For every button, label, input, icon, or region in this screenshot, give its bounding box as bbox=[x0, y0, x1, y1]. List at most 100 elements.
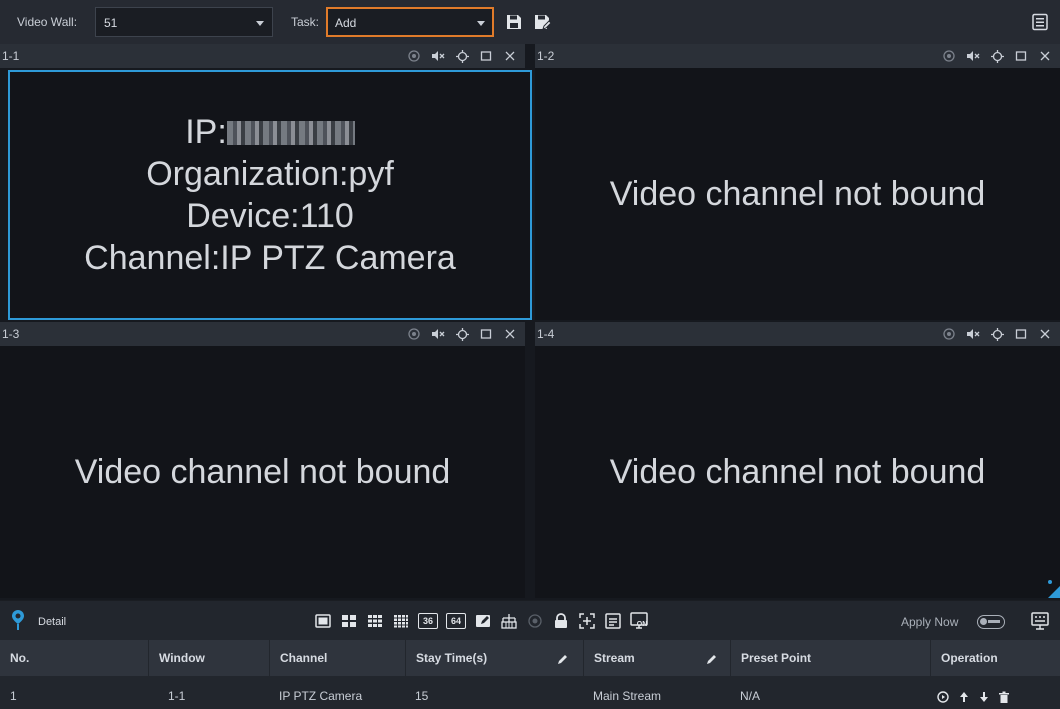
organization-text: Organization:pyf bbox=[146, 155, 394, 193]
pane-header: 1-2 bbox=[535, 44, 1060, 68]
keyboard-icon[interactable] bbox=[1031, 612, 1049, 635]
detail-toolbar: Detail 36 64 ON Apply Now bbox=[0, 600, 1060, 640]
column-channel: Channel bbox=[269, 640, 405, 676]
layout-16-icon[interactable] bbox=[392, 612, 410, 630]
move-up-icon[interactable] bbox=[959, 690, 969, 708]
pane-header: 1-4 bbox=[535, 322, 1060, 346]
video-pane-1-1[interactable]: 1-1 IP: Organization:pyf Device:110 Chan… bbox=[0, 44, 532, 320]
apply-now-label: Apply Now bbox=[901, 615, 959, 629]
pane-id: 1-4 bbox=[537, 327, 555, 341]
row-operations bbox=[937, 690, 1009, 708]
on-badge: ON bbox=[636, 620, 648, 628]
pane-id: 1-1 bbox=[2, 49, 20, 63]
ptz-icon[interactable] bbox=[455, 327, 469, 341]
dot-indicator bbox=[1048, 580, 1052, 584]
maximize-icon[interactable] bbox=[479, 49, 493, 63]
video-pane-1-2[interactable]: 1-2 Video channel not bound bbox=[535, 44, 1060, 320]
column-operation: Operation bbox=[930, 640, 1060, 676]
task-select[interactable]: Add bbox=[326, 7, 494, 37]
fullscreen-icon[interactable] bbox=[578, 612, 596, 630]
move-down-icon[interactable] bbox=[979, 690, 989, 708]
ip-redacted bbox=[226, 121, 355, 145]
video-wall-value: 51 bbox=[104, 16, 118, 30]
layout-4-icon[interactable] bbox=[340, 612, 358, 630]
resize-corner-icon[interactable] bbox=[1046, 584, 1060, 598]
cell-no: 1 bbox=[10, 689, 17, 703]
record-icon[interactable] bbox=[407, 49, 421, 63]
mute-icon[interactable] bbox=[431, 327, 445, 341]
pane-video-area[interactable]: Video channel not bound bbox=[535, 68, 1060, 320]
edit-stay-time-icon[interactable] bbox=[557, 652, 569, 670]
maximize-icon[interactable] bbox=[1014, 327, 1028, 341]
pane-header: 1-1 bbox=[0, 44, 525, 68]
chevron-down-icon bbox=[256, 21, 264, 26]
delete-icon[interactable] bbox=[999, 690, 1009, 708]
list-view-icon[interactable] bbox=[1031, 13, 1049, 31]
ptz-icon[interactable] bbox=[990, 327, 1004, 341]
pane-video-area[interactable]: Video channel not bound bbox=[535, 346, 1060, 598]
edit-stream-icon[interactable] bbox=[706, 652, 718, 670]
pane-tools bbox=[942, 48, 1052, 64]
task-value: Add bbox=[335, 16, 357, 30]
maximize-icon[interactable] bbox=[1014, 49, 1028, 63]
lock-icon[interactable] bbox=[552, 612, 570, 630]
layout-36-button[interactable]: 36 bbox=[418, 613, 438, 629]
mute-icon[interactable] bbox=[966, 327, 980, 341]
cell-channel: IP PTZ Camera bbox=[279, 689, 363, 703]
record-icon[interactable] bbox=[942, 327, 956, 341]
info-screen-icon[interactable] bbox=[604, 612, 622, 630]
close-icon[interactable] bbox=[503, 49, 517, 63]
video-pane-1-4[interactable]: 1-4 Video channel not bound bbox=[535, 322, 1060, 598]
cell-window: 1-1 bbox=[168, 689, 186, 703]
mute-icon[interactable] bbox=[966, 49, 980, 63]
layout-toolbar: 36 64 ON bbox=[314, 612, 648, 630]
cell-stay-time: 15 bbox=[415, 689, 429, 703]
location-pin-icon bbox=[10, 609, 26, 636]
detail-label: Detail bbox=[38, 616, 67, 628]
layout-1-icon[interactable] bbox=[314, 612, 332, 630]
column-preset-point: Preset Point bbox=[730, 640, 930, 676]
apply-now-toggle[interactable] bbox=[977, 615, 1005, 629]
chevron-down-icon bbox=[477, 21, 485, 26]
close-icon[interactable] bbox=[1038, 49, 1052, 63]
maximize-icon[interactable] bbox=[479, 327, 493, 341]
ptz-icon[interactable] bbox=[990, 49, 1004, 63]
column-no: No. bbox=[10, 651, 30, 665]
pane-id: 1-3 bbox=[2, 327, 20, 341]
layout-9-icon[interactable] bbox=[366, 612, 384, 630]
mute-icon[interactable] bbox=[431, 49, 445, 63]
record-icon[interactable] bbox=[407, 327, 421, 341]
ptz-icon[interactable] bbox=[455, 49, 469, 63]
not-bound-message: Video channel not bound bbox=[609, 453, 986, 491]
column-window: Window bbox=[148, 640, 269, 676]
pane-video-area[interactable]: Video channel not bound bbox=[0, 346, 525, 598]
screen-on-icon[interactable]: ON bbox=[630, 612, 648, 630]
not-bound-message: Video channel not bound bbox=[609, 175, 986, 213]
task-label: Task: bbox=[291, 15, 320, 29]
top-toolbar: Video Wall: 51 Task: Add bbox=[0, 0, 1060, 44]
video-wall-label: Video Wall: bbox=[17, 15, 78, 29]
pane-video-area[interactable]: IP: Organization:pyf Device:110 Channel:… bbox=[8, 70, 532, 320]
split-layout-icon[interactable] bbox=[500, 612, 518, 630]
close-icon[interactable] bbox=[503, 327, 517, 341]
pane-tools bbox=[407, 326, 517, 342]
save-as-icon[interactable] bbox=[533, 13, 552, 31]
layout-64-button[interactable]: 64 bbox=[446, 613, 466, 629]
video-wall-select[interactable]: 51 bbox=[95, 7, 273, 37]
save-icon[interactable] bbox=[505, 13, 523, 31]
table-header: No. Window Channel Stay Time(s) Stream P… bbox=[0, 640, 1060, 676]
channel-text: Channel:IP PTZ Camera bbox=[84, 239, 456, 277]
detail-panel: Detail 36 64 ON Apply Now No. Window Cha… bbox=[0, 600, 1060, 709]
device-text: Device:110 bbox=[186, 197, 354, 235]
close-icon[interactable] bbox=[1038, 327, 1052, 341]
record-disabled-icon bbox=[526, 612, 544, 630]
pane-tools bbox=[407, 48, 517, 64]
pane-id: 1-2 bbox=[537, 49, 555, 63]
table-row[interactable]: 1 1-1 IP PTZ Camera 15 Main Stream N/A bbox=[0, 676, 1060, 709]
edit-layout-icon[interactable] bbox=[474, 612, 492, 630]
cell-preset-point: N/A bbox=[740, 689, 761, 703]
video-pane-1-3[interactable]: 1-3 Video channel not bound bbox=[0, 322, 525, 598]
record-icon[interactable] bbox=[942, 49, 956, 63]
play-icon[interactable] bbox=[937, 690, 949, 708]
not-bound-message: Video channel not bound bbox=[74, 453, 451, 491]
